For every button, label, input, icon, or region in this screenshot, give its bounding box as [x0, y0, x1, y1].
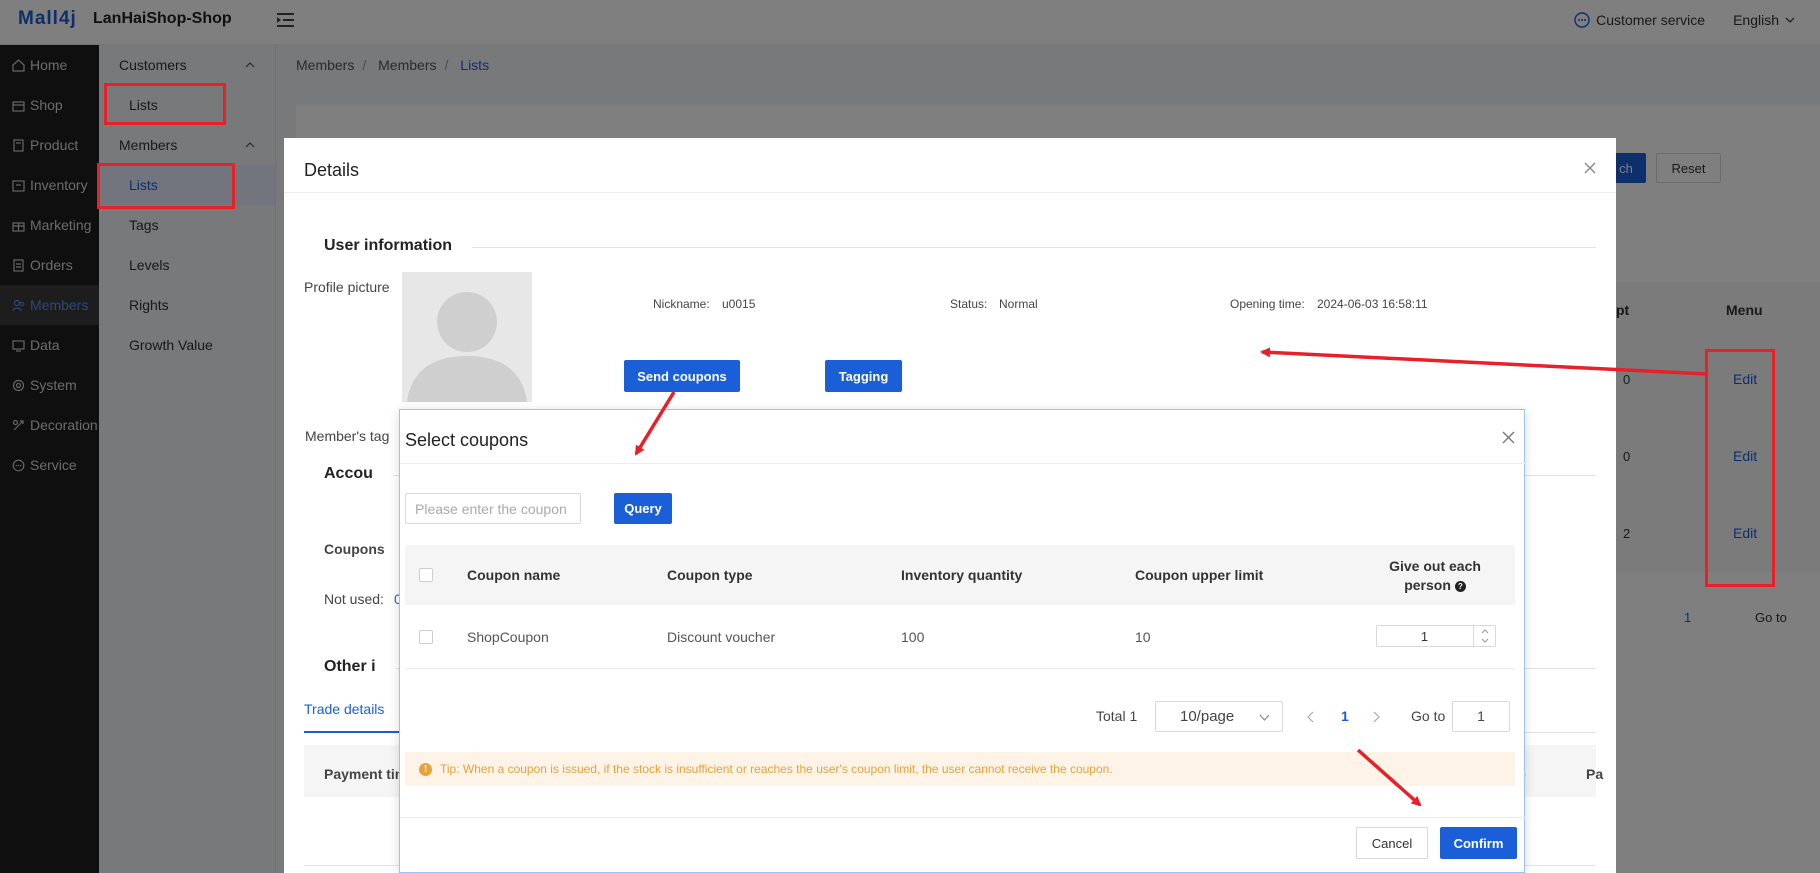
- send-coupons-button[interactable]: Send coupons: [624, 360, 740, 392]
- page-size-select[interactable]: 10/page: [1155, 701, 1283, 732]
- col-payment-time: Payment tin: [324, 766, 404, 782]
- nickname-label: Nickname:: [653, 297, 710, 311]
- quantity-stepper[interactable]: 1: [1376, 625, 1496, 647]
- account-title: Accou: [304, 465, 393, 483]
- select-coupons-dialog: Select coupons Query Coupon name Coupon …: [399, 409, 1526, 873]
- cancel-button[interactable]: Cancel: [1356, 827, 1428, 859]
- coupons-label: Coupons: [324, 541, 385, 557]
- upper-limit-cell: 10: [1135, 629, 1151, 645]
- col-give-out: Give out each person ?: [1389, 558, 1481, 593]
- close-icon[interactable]: [1582, 160, 1598, 176]
- warning-icon: !: [419, 762, 432, 776]
- tip-alert: ! Tip: When a coupon is issued, if the s…: [405, 752, 1515, 786]
- tip-text: Tip: When a coupon is issued, if the sto…: [440, 762, 1113, 776]
- status-label: Status:: [950, 297, 988, 311]
- goto-page-input[interactable]: 1: [1452, 701, 1510, 732]
- chevron-up-icon[interactable]: [1474, 626, 1496, 636]
- tab-trade-details[interactable]: Trade details: [304, 701, 384, 717]
- opening-time-label: Opening time:: [1230, 297, 1305, 311]
- not-used-label: Not used:: [324, 591, 384, 607]
- user-info-title: User information: [304, 237, 473, 255]
- avatar: [402, 272, 532, 402]
- coupon-dialog-title: Select coupons: [405, 430, 529, 450]
- other-info-title: Other i: [304, 658, 396, 676]
- next-page-icon[interactable]: [1371, 711, 1381, 723]
- chevron-down-icon: [1259, 714, 1270, 721]
- col-inventory: Inventory quantity: [901, 567, 1023, 583]
- row-checkbox[interactable]: [419, 630, 433, 644]
- coupon-type-cell: Discount voucher: [667, 629, 776, 645]
- chevron-down-icon[interactable]: [1474, 636, 1496, 646]
- profile-picture-label: Profile picture: [304, 279, 390, 295]
- status-value: Normal: [999, 297, 1038, 311]
- tagging-button[interactable]: Tagging: [825, 360, 902, 392]
- members-tag-label: Member's tag: [305, 428, 390, 444]
- pager-total: Total 1: [1096, 708, 1138, 724]
- col-header: Pa: [1586, 766, 1604, 782]
- col-upper-limit: Coupon upper limit: [1135, 567, 1264, 583]
- opening-time-value: 2024-06-03 16:58:11: [1317, 297, 1428, 311]
- help-icon[interactable]: ?: [1454, 581, 1466, 592]
- inventory-cell: 100: [901, 629, 925, 645]
- confirm-button[interactable]: Confirm: [1440, 827, 1517, 859]
- col-coupon-name: Coupon name: [467, 567, 561, 583]
- select-all-checkbox[interactable]: [419, 568, 433, 582]
- nickname-value: u0015: [722, 297, 756, 311]
- coupon-search-input[interactable]: [405, 493, 581, 524]
- col-coupon-type: Coupon type: [667, 567, 753, 583]
- quantity-value[interactable]: 1: [1377, 629, 1472, 644]
- details-title: Details: [304, 160, 360, 180]
- coupon-name-cell: ShopCoupon: [467, 629, 549, 645]
- goto-label: Go to: [1411, 708, 1446, 724]
- prev-page-icon[interactable]: [1306, 711, 1316, 723]
- close-icon[interactable]: [1501, 430, 1516, 445]
- query-button[interactable]: Query: [614, 493, 672, 524]
- pager-current[interactable]: 1: [1341, 708, 1349, 724]
